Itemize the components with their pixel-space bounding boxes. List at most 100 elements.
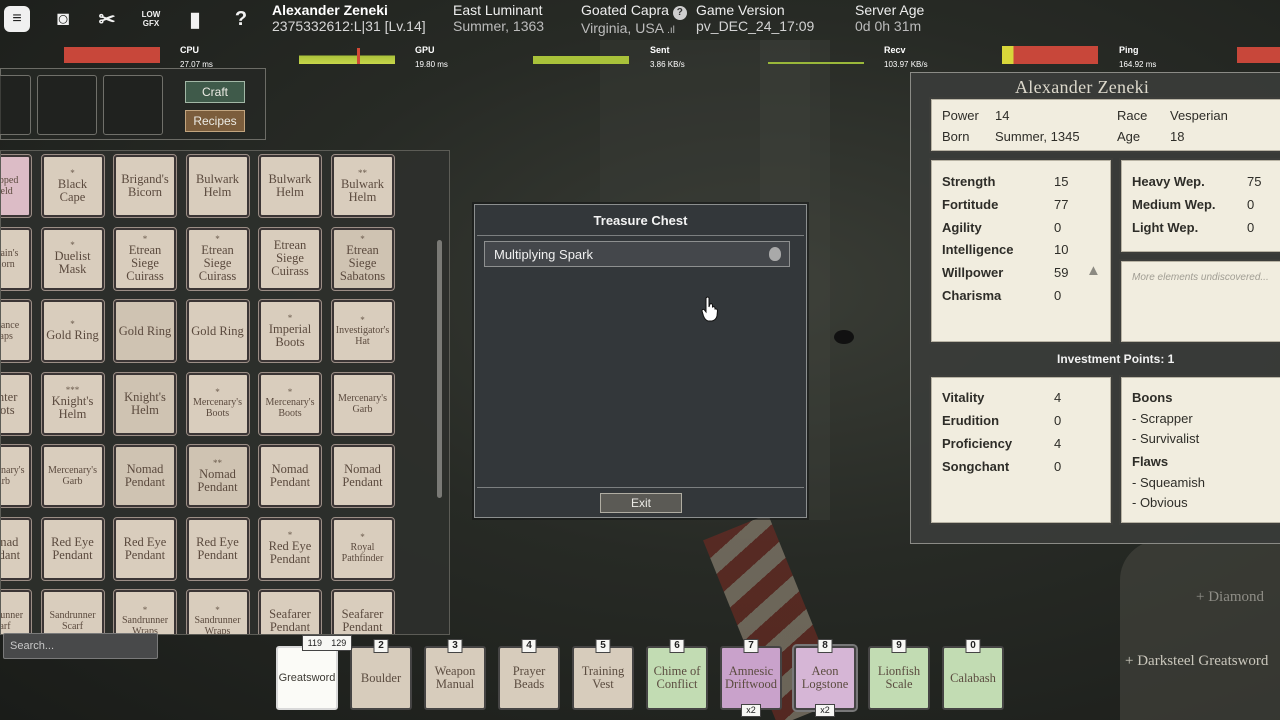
inventory-item[interactable]: ** Nomad Pendant bbox=[185, 444, 250, 508]
inventory-item[interactable]: Hunter Boots bbox=[1, 371, 32, 436]
item-name: Brigand's Bicorn bbox=[121, 172, 169, 199]
inventory-item[interactable]: *** Knight's Helm bbox=[40, 371, 105, 436]
sent-label: Sent bbox=[650, 45, 670, 55]
boons-flaws-box: Boons - Scrapper - Survivalist Flaws - S… bbox=[1119, 375, 1280, 525]
ping-overflow-bar bbox=[1237, 47, 1280, 63]
low-gfx-icon[interactable]: LOW GFX bbox=[136, 4, 166, 34]
ping-value: 164.92 ms bbox=[1119, 60, 1157, 69]
loot-notification: + Darksteel Greatsword bbox=[1125, 653, 1269, 669]
equip-slot[interactable] bbox=[37, 75, 97, 135]
inventory-item[interactable]: Seafarer Pendant bbox=[258, 589, 322, 634]
weapon-label: Medium Wep. bbox=[1132, 197, 1216, 212]
equip-slot[interactable] bbox=[0, 75, 31, 135]
inventory-item[interactable]: Gold Ring bbox=[185, 299, 250, 363]
chest-footer-divider bbox=[477, 487, 804, 488]
inventory-item[interactable]: * Etrean Siege Cuirass bbox=[185, 226, 250, 291]
hotbar-slot[interactable]: Amnesic Driftwood 7 x2 bbox=[720, 639, 782, 717]
inventory-item[interactable]: Brigand's Bicorn bbox=[113, 154, 177, 218]
hotbar-key: 2 bbox=[373, 639, 389, 653]
hotbar-key: 0 bbox=[965, 639, 981, 653]
inventory-item[interactable]: * Sandrunner Wraps bbox=[113, 589, 177, 634]
inventory-item[interactable]: ** Bulwark Helm bbox=[330, 154, 395, 218]
inventory-item[interactable]: Sandrunner Scarf bbox=[40, 589, 105, 634]
inventory-scrollbar[interactable] bbox=[437, 240, 442, 498]
inventory-item[interactable]: Mercenary's Garb bbox=[330, 371, 395, 436]
inventory-item[interactable]: Captain's Tricorn bbox=[0, 226, 32, 291]
inventory-item[interactable]: Bulwark Helm bbox=[185, 154, 250, 218]
attr-label: Agility bbox=[942, 220, 982, 235]
inventory-item[interactable]: * Red Eye Pendant bbox=[258, 516, 322, 581]
recipes-button[interactable]: Recipes bbox=[185, 110, 245, 132]
chest-item[interactable]: Multiplying Spark bbox=[484, 241, 790, 267]
inventory-item[interactable]: Whipped Shield bbox=[1, 154, 32, 218]
hotbar-key: 6 bbox=[669, 639, 685, 653]
inventory-item[interactable]: * Imperial Boots bbox=[258, 299, 322, 363]
flaw-item: - Obvious bbox=[1132, 495, 1188, 510]
hotbar-count: x2 bbox=[815, 704, 835, 717]
hotbar-slot[interactable]: Weapon Manual 3 bbox=[424, 639, 486, 710]
inventory-item[interactable]: * Duelist Mask bbox=[40, 226, 105, 291]
inventory-item[interactable]: Mercenary's Garb bbox=[40, 444, 105, 508]
scissors-icon[interactable]: ✂ bbox=[92, 4, 122, 34]
screenshot-icon[interactable]: ◙ bbox=[48, 4, 78, 34]
inventory-item[interactable]: * Gold Ring bbox=[40, 299, 105, 363]
hotbar-slot[interactable]: Prayer Beads 4 bbox=[498, 639, 560, 710]
chest-divider bbox=[477, 235, 804, 236]
scene-dark-spot bbox=[834, 330, 854, 344]
inventory-item[interactable]: Etrean Siege Cuirass bbox=[258, 226, 322, 291]
hotbar-slot[interactable]: Aeon Logstone 8 x2 bbox=[792, 639, 858, 717]
inventory-item[interactable]: * Etrean Siege Cuirass bbox=[113, 226, 177, 291]
inventory-item[interactable]: Guidance Wraps bbox=[1, 299, 32, 363]
inventory-item[interactable]: Nomad Pendant bbox=[330, 444, 395, 508]
inventory-item[interactable]: Red Eye Pendant bbox=[185, 516, 250, 581]
inventory-item[interactable]: Nomad Pendant bbox=[1, 516, 32, 581]
recv-value: 103.97 KB/s bbox=[884, 60, 928, 69]
exit-button[interactable]: Exit bbox=[600, 493, 682, 513]
hotbar-slot[interactable]: Greatsword bbox=[276, 646, 338, 710]
journal-icon[interactable]: ▮ bbox=[180, 4, 210, 34]
inventory-item[interactable]: Red Eye Pendant bbox=[113, 516, 177, 581]
inventory-item[interactable]: Knight's Helm bbox=[113, 371, 177, 436]
inventory-item[interactable]: * Investigator's Hat bbox=[330, 299, 395, 363]
inventory-item[interactable]: Seafarer Pendant bbox=[330, 589, 395, 634]
inventory-item[interactable]: * Etrean Siege Sabatons bbox=[330, 226, 395, 291]
chat-icon[interactable]: ≡ bbox=[2, 4, 32, 34]
inventory-item[interactable]: Sandrunner Scarf bbox=[1, 589, 32, 634]
gpu-value: 19.80 ms bbox=[415, 60, 448, 69]
hotbar-slot[interactable]: Training Vest 5 bbox=[572, 639, 634, 710]
equip-slot[interactable] bbox=[103, 75, 163, 135]
born-value: Summer, 1345 bbox=[995, 129, 1080, 144]
item-name: Investigator's Hat bbox=[335, 324, 390, 347]
item-name: Knight's Helm bbox=[124, 389, 166, 417]
power-value: 14 bbox=[995, 108, 1010, 123]
server-location-text: Virginia, USA bbox=[581, 20, 664, 36]
inventory-item[interactable]: * Sandrunner Wraps bbox=[185, 589, 250, 634]
hotbar-slot[interactable]: Boulder 2 bbox=[350, 639, 412, 710]
inventory-item[interactable]: Gold Ring bbox=[113, 299, 177, 363]
inventory-item[interactable]: * Mercenary's Boots bbox=[258, 371, 322, 436]
inventory-item[interactable]: Nomad Pendant bbox=[258, 444, 322, 508]
craft-button[interactable]: Craft bbox=[185, 81, 245, 103]
inventory-item[interactable]: Nomad Pendant bbox=[113, 444, 177, 508]
inventory-item[interactable]: * Royal Pathfinder bbox=[330, 516, 395, 581]
hotbar-slot[interactable]: Calabash 0 bbox=[942, 639, 1004, 710]
inventory-item[interactable]: Red Eye Pendant bbox=[40, 516, 105, 581]
item-name: Royal Pathfinder bbox=[341, 542, 384, 564]
stat-label: Songchant bbox=[942, 459, 1010, 474]
search-input[interactable] bbox=[3, 633, 158, 659]
server-help-icon[interactable]: ? bbox=[672, 6, 687, 20]
item-name: Gold Ring bbox=[191, 323, 244, 338]
inventory-item[interactable]: * Mercenary's Boots bbox=[185, 371, 250, 436]
hotbar-slot[interactable]: Lionfish Scale 9 bbox=[868, 639, 930, 710]
version-info: Game Version pv_DEC_24_17:09 bbox=[696, 2, 814, 34]
upgrade-arrow-icon[interactable]: ▲ bbox=[1086, 262, 1101, 279]
item-name: Duelist Mask bbox=[54, 249, 91, 276]
inventory-item[interactable]: Bulwark Helm bbox=[258, 154, 322, 218]
item-name: Captain's Tricorn bbox=[0, 247, 19, 270]
help-icon[interactable]: ? bbox=[226, 4, 256, 34]
hotbar-slot[interactable]: Chime of Conflict 6 bbox=[646, 639, 708, 710]
version-value: pv_DEC_24_17:09 bbox=[696, 18, 815, 34]
attr-value: 77 bbox=[1054, 197, 1069, 212]
inventory-item[interactable]: * Black Cape bbox=[40, 154, 105, 218]
inventory-item[interactable]: Mercenary's Garb bbox=[1, 444, 32, 508]
